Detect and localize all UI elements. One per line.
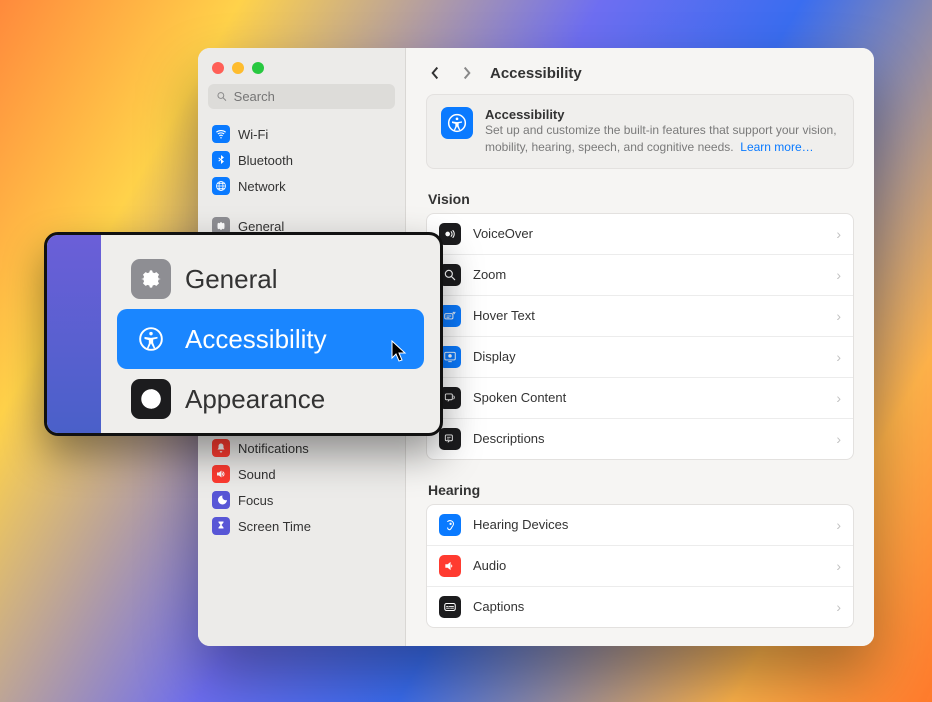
setting-row-label: Descriptions	[473, 431, 824, 446]
setting-row-label: Display	[473, 349, 824, 364]
fullscreen-button[interactable]	[252, 62, 264, 74]
gear-icon	[131, 259, 171, 299]
forward-button[interactable]	[458, 64, 476, 82]
sidebar-item-wi-fi[interactable]: Wi-Fi	[206, 121, 397, 147]
main-pane: Accessibility Accessibility Set up and c…	[406, 48, 874, 646]
minimize-button[interactable]	[232, 62, 244, 74]
sidebar-item-notifications[interactable]: Notifications	[206, 435, 397, 461]
section-header: Vision	[428, 191, 854, 207]
sound-icon	[212, 465, 230, 483]
sidebar-item-sound[interactable]: Sound	[206, 461, 397, 487]
sidebar-item-label: Focus	[238, 493, 273, 508]
learn-more-link[interactable]: Learn more…	[740, 140, 813, 154]
wifi-icon	[212, 125, 230, 143]
setting-row-label: Hover Text	[473, 308, 824, 323]
magnified-item-label: Accessibility	[185, 324, 327, 355]
magnified-item-accessibility: Accessibility	[117, 309, 424, 369]
sidebar-item-screen-time[interactable]: Screen Time	[206, 513, 397, 539]
search-input[interactable]	[234, 89, 387, 104]
section-header: Hearing	[428, 482, 854, 498]
setting-row-voiceover[interactable]: VoiceOver ›	[427, 214, 853, 255]
setting-row-display[interactable]: Display ›	[427, 337, 853, 378]
hearing-icon	[439, 514, 461, 536]
sidebar-item-label: Network	[238, 179, 286, 194]
sidebar-item-label: Screen Time	[238, 519, 311, 534]
setting-row-label: Spoken Content	[473, 390, 824, 405]
appearance-icon	[131, 379, 171, 419]
hero-description: Set up and customize the built-in featur…	[485, 122, 839, 156]
setting-row-captions[interactable]: Captions ›	[427, 587, 853, 627]
hero-title: Accessibility	[485, 107, 839, 122]
magnified-item-general: General	[117, 249, 424, 309]
magnified-item-label: Appearance	[185, 384, 325, 415]
bluetooth-icon	[212, 151, 230, 169]
magnified-item-appearance: Appearance	[117, 369, 424, 429]
chevron-right-icon: ›	[836, 599, 841, 615]
page-title: Accessibility	[490, 65, 582, 82]
chevron-right-icon: ›	[836, 226, 841, 242]
sidebar-item-focus[interactable]: Focus	[206, 487, 397, 513]
setting-row-label: Audio	[473, 558, 824, 573]
sidebar-item-label: Notifications	[238, 441, 309, 456]
sidebar-item-bluetooth[interactable]: Bluetooth	[206, 147, 397, 173]
audio-icon	[439, 555, 461, 577]
magnified-item-label: General	[185, 264, 278, 295]
globe-icon	[212, 177, 230, 195]
hero-card: Accessibility Set up and customize the b…	[426, 94, 854, 169]
accessibility-icon	[441, 107, 473, 139]
chevron-right-icon: ›	[836, 267, 841, 283]
chevron-right-icon: ›	[836, 349, 841, 365]
setting-row-label: VoiceOver	[473, 226, 824, 241]
magnified-sidebar-callout: General Accessibility Appearance	[44, 232, 443, 436]
settings-panel: Hearing Devices › Audio › Captions ›	[426, 504, 854, 628]
setting-row-spoken-content[interactable]: Spoken Content ›	[427, 378, 853, 419]
access-icon	[131, 319, 171, 359]
cursor-icon	[391, 340, 407, 367]
chevron-right-icon: ›	[836, 517, 841, 533]
setting-row-zoom[interactable]: Zoom ›	[427, 255, 853, 296]
search-field[interactable]	[208, 84, 395, 109]
desc-icon	[439, 428, 461, 450]
close-button[interactable]	[212, 62, 224, 74]
search-icon	[216, 90, 228, 103]
window-controls	[198, 48, 405, 74]
sidebar-item-label: Wi-Fi	[238, 127, 268, 142]
chevron-right-icon: ›	[836, 558, 841, 574]
back-button[interactable]	[426, 64, 444, 82]
settings-panel: VoiceOver›Zoom›Hover Text›Display›Spoken…	[426, 213, 854, 460]
sidebar-item-label: Sound	[238, 467, 276, 482]
setting-row-label: Hearing Devices	[473, 517, 824, 532]
setting-row-label: Zoom	[473, 267, 824, 282]
setting-row-audio[interactable]: Audio ›	[427, 546, 853, 587]
setting-row-hearing-devices[interactable]: Hearing Devices ›	[427, 505, 853, 546]
sidebar-item-network[interactable]: Network	[206, 173, 397, 199]
chevron-right-icon: ›	[836, 390, 841, 406]
main-header: Accessibility	[406, 48, 874, 94]
setting-row-label: Captions	[473, 599, 824, 614]
chevron-right-icon: ›	[836, 431, 841, 447]
chevron-right-icon: ›	[836, 308, 841, 324]
sidebar-item-label: Bluetooth	[238, 153, 293, 168]
setting-row-descriptions[interactable]: Descriptions ›	[427, 419, 853, 459]
captions-icon	[439, 596, 461, 618]
hourglass-icon	[212, 517, 230, 535]
moon-icon	[212, 491, 230, 509]
setting-row-hover-text[interactable]: Hover Text ›	[427, 296, 853, 337]
bell-icon	[212, 439, 230, 457]
